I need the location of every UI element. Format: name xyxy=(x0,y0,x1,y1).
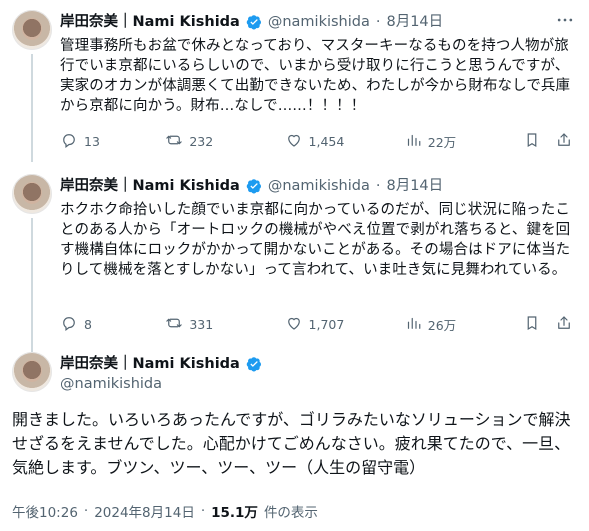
views-icon xyxy=(404,314,422,335)
reply-button[interactable]: 8 xyxy=(60,314,165,335)
reply-icon xyxy=(60,314,78,335)
views-button[interactable]: 22万 xyxy=(404,131,523,152)
repost-icon xyxy=(165,131,183,152)
tweet-date[interactable]: 8月14日 xyxy=(386,176,443,196)
display-name[interactable]: 岸田奈美｜Nami Kishida xyxy=(60,12,240,32)
repost-icon xyxy=(165,314,183,335)
repost-button[interactable]: 232 xyxy=(165,131,284,152)
separator: · xyxy=(375,14,381,30)
main-author: 岸田奈美｜Nami Kishida @namikishida xyxy=(60,354,262,394)
main-tweet[interactable]: 岸田奈美｜Nami Kishida @namikishida 開きました。いろい… xyxy=(0,352,589,531)
more-icon[interactable] xyxy=(555,10,575,30)
tweet-text: 開きました。いろいろあったんですが、ゴリラみたいなソリューションで解決せざるをえ… xyxy=(12,410,571,477)
right-actions xyxy=(523,131,573,152)
repost-count: 232 xyxy=(189,133,214,149)
reply-button[interactable]: 13 xyxy=(60,131,165,152)
reply-count: 13 xyxy=(84,133,100,149)
tweet-date[interactable]: 8月14日 xyxy=(386,12,443,32)
like-count: 1,454 xyxy=(308,133,345,149)
share-icon[interactable] xyxy=(555,131,573,152)
tweet-header: 岸田奈美｜Nami Kishida xyxy=(60,354,262,374)
tweet-text: ホクホク命拾いした顔でいま京都に向かっているのだが、同じ状況に陥ったことのある人… xyxy=(60,202,571,278)
tweet-text: 管理事務所もお盆で休みとなっており、マスターキーなるものを持つ人物が旅行でいま京… xyxy=(60,38,571,114)
verified-badge-icon xyxy=(246,356,262,372)
tweet-date[interactable]: 2024年8月14日 xyxy=(94,501,195,521)
bookmark-icon[interactable] xyxy=(523,131,541,152)
separator: · xyxy=(375,178,381,194)
separator: · xyxy=(83,503,89,519)
like-button[interactable]: 1,707 xyxy=(285,314,404,335)
separator: · xyxy=(200,503,206,519)
share-icon[interactable] xyxy=(555,314,573,335)
display-name[interactable]: 岸田奈美｜Nami Kishida xyxy=(60,354,240,374)
tweet-header: 岸田奈美｜Nami Kishida @namikishida · 8月14日 xyxy=(60,176,577,196)
avatar[interactable] xyxy=(12,352,52,392)
repost-button[interactable]: 331 xyxy=(165,314,284,335)
like-count: 1,707 xyxy=(308,316,345,332)
thread-tweet-1[interactable]: 岸田奈美｜Nami Kishida @namikishida · 8月14日 管… xyxy=(0,0,589,162)
display-name[interactable]: 岸田奈美｜Nami Kishida xyxy=(60,176,240,196)
handle[interactable]: @namikishida xyxy=(268,12,370,32)
like-button[interactable]: 1,454 xyxy=(285,131,404,152)
views-count: 26万 xyxy=(427,317,457,333)
verified-badge-icon xyxy=(246,178,262,194)
reply-count: 8 xyxy=(84,316,92,332)
tweet-time[interactable]: 午後10:26 xyxy=(12,501,78,521)
verified-badge-icon xyxy=(246,14,262,30)
tweet-actions: 13 232 1,454 22万 xyxy=(60,131,573,151)
views-button[interactable]: 26万 xyxy=(404,314,523,335)
tweet-meta: 午後10:26 · 2024年8月14日 · 15.1万 件の表示 xyxy=(12,501,573,521)
repost-count: 331 xyxy=(189,316,214,332)
thread-line xyxy=(31,54,33,162)
views-icon xyxy=(404,131,422,152)
like-icon xyxy=(285,131,303,152)
reply-icon xyxy=(60,131,78,152)
tweet-header: 岸田奈美｜Nami Kishida @namikishida · 8月14日 xyxy=(60,12,577,32)
bookmark-icon[interactable] xyxy=(523,314,541,335)
views-count: 15.1万 xyxy=(211,505,258,521)
handle[interactable]: @namikishida xyxy=(60,374,262,394)
avatar[interactable] xyxy=(12,10,52,50)
avatar[interactable] xyxy=(12,174,52,214)
right-actions xyxy=(523,314,573,335)
handle[interactable]: @namikishida xyxy=(268,176,370,196)
like-icon xyxy=(285,314,303,335)
views-count: 22万 xyxy=(427,134,457,150)
thread-tweet-2[interactable]: 岸田奈美｜Nami Kishida @namikishida · 8月14日 ホ… xyxy=(0,168,589,352)
tweet-actions: 8 331 1,707 26万 xyxy=(60,314,573,334)
views-label: 件の表示 xyxy=(263,505,318,521)
thread-line xyxy=(31,218,33,352)
